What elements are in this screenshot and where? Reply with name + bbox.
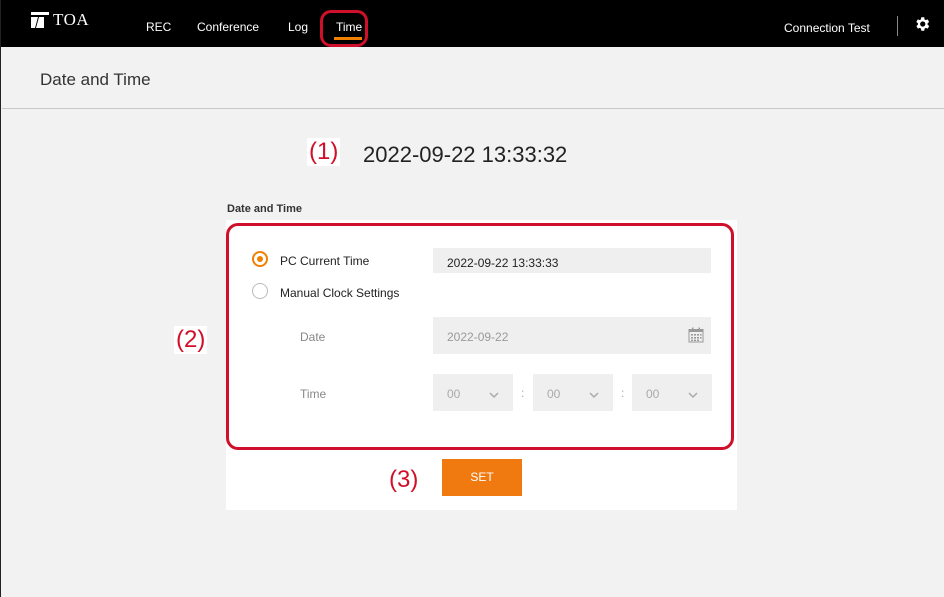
hour-select[interactable]: 00 [433, 374, 513, 411]
date-input[interactable]: 2022-09-22 [433, 317, 711, 354]
nav-item-log[interactable]: Log [288, 20, 308, 34]
minute-value: 00 [547, 387, 561, 401]
minute-select[interactable]: 00 [533, 374, 613, 411]
annotation-1: (1) [307, 138, 341, 166]
top-nav-bar: TOA REC Conference Log Time Connection T… [1, 0, 944, 47]
pc-current-time-value: 2022-09-22 13:33:33 [433, 248, 711, 273]
manual-clock-radio[interactable] [252, 283, 268, 299]
panel-section-label: Date and Time [227, 203, 302, 215]
gear-icon[interactable] [913, 15, 931, 33]
nav-item-rec[interactable]: REC [146, 20, 171, 34]
pc-current-time-radio[interactable] [252, 251, 268, 267]
chevron-down-icon [589, 388, 599, 399]
toa-logo[interactable]: TOA [31, 10, 89, 30]
pc-current-time-label[interactable]: PC Current Time [280, 254, 369, 268]
nav-item-conference[interactable]: Conference [197, 20, 259, 34]
time-separator: : [521, 386, 525, 400]
toa-logo-mark-icon [31, 12, 49, 28]
page-title: Date and Time [40, 70, 151, 89]
manual-clock-label[interactable]: Manual Clock Settings [280, 286, 399, 300]
set-button[interactable]: SET [442, 459, 522, 496]
current-time-display: 2022-09-22 13:33:32 [363, 142, 568, 167]
page-header: Date and Time [2, 47, 944, 109]
connection-test-link[interactable]: Connection Test [784, 21, 870, 35]
annotation-3: (3) [387, 466, 421, 494]
nav-divider [897, 16, 898, 36]
app-frame: TOA REC Conference Log Time Connection T… [0, 0, 944, 597]
logo-text: TOA [53, 10, 90, 29]
chevron-down-icon [489, 388, 499, 399]
time-separator: : [621, 386, 625, 400]
chevron-down-icon [688, 388, 698, 399]
second-select[interactable]: 00 [632, 374, 712, 411]
date-label: Date [300, 330, 326, 344]
time-label: Time [300, 387, 327, 401]
second-value: 00 [646, 387, 660, 401]
time-tab-highlight-box [320, 10, 368, 47]
calendar-icon[interactable] [688, 327, 704, 343]
hour-value: 00 [447, 387, 461, 401]
annotation-2: (2) [174, 326, 208, 354]
